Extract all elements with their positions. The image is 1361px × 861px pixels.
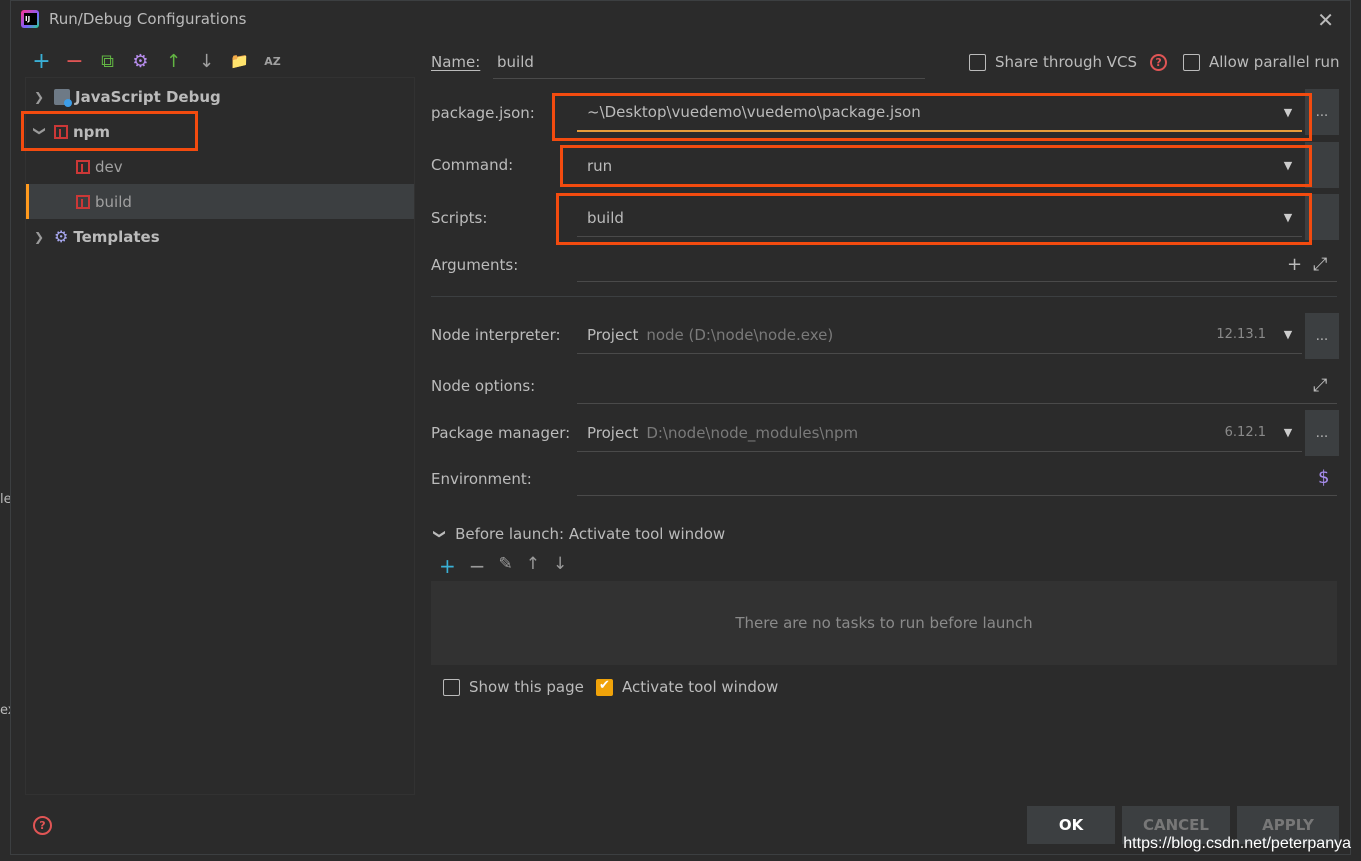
arrow-up-icon[interactable]: ↑ (157, 47, 190, 75)
config-toolbar: + − ⧉ ⚙ ↑ ↓ 📁 AZ (25, 47, 289, 75)
tree-item-label: JavaScript Debug (75, 87, 221, 106)
checkbox-box[interactable] (1183, 53, 1200, 71)
javascript-debug-icon (54, 88, 72, 107)
run-debug-dialog: Run/Debug Configurations ✕ + − ⧉ ⚙ ↑ ↓ 📁… (10, 0, 1351, 855)
command-label: Command: (431, 156, 514, 174)
highlight-box-command (560, 145, 1312, 187)
activate-tool-window-checkbox[interactable]: Activate tool window (596, 678, 778, 696)
share-vcs-checkbox[interactable]: Share through VCS ? (969, 53, 1168, 71)
tree-item-label: Templates (73, 227, 160, 246)
dollar-icon[interactable]: $ (1318, 467, 1329, 488)
intellij-logo-icon (21, 10, 39, 28)
before-launch-task-list: There are no tasks to run before launch (431, 581, 1337, 665)
tree-item-label: dev (95, 157, 123, 176)
before-launch-title: Before launch: Activate tool window (455, 525, 726, 543)
package-manager-path: D:\node\node_modules\npm (646, 423, 859, 442)
tree-item-javascript-debug[interactable]: ❯ JavaScript Debug (26, 79, 414, 114)
empty-tasks-text: There are no tasks to run before launch (735, 614, 1033, 632)
help-icon[interactable]: ? (33, 816, 52, 835)
highlight-box-package-json (552, 93, 1312, 141)
package-manager-label: Package manager: (431, 424, 571, 442)
config-tree: ❯ JavaScript Debug ❯ npm dev build ❯ ⚙ T… (25, 77, 415, 795)
close-icon[interactable]: ✕ (1317, 8, 1334, 32)
arguments-label: Arguments: (431, 256, 519, 274)
chevron-right-icon[interactable]: ❯ (34, 230, 46, 244)
allow-parallel-label: Allow parallel run (1209, 53, 1340, 71)
package-manager-value: Project (587, 423, 639, 442)
dropdown-arrow-icon[interactable]: ▼ (1274, 426, 1302, 439)
show-this-page-label: Show this page (469, 678, 584, 696)
show-this-page-checkbox[interactable]: Show this page (443, 678, 584, 696)
arrow-down-icon[interactable]: ↓ (190, 47, 223, 75)
gear-icon[interactable]: ⚙ (124, 47, 157, 75)
tree-item-build[interactable]: build (26, 184, 414, 219)
copy-icon[interactable]: ⧉ (91, 47, 124, 75)
chevron-down-icon[interactable]: ❯ (433, 529, 447, 539)
environment-label: Environment: (431, 470, 532, 488)
folder-icon[interactable]: 📁 (223, 47, 256, 75)
dropdown-arrow-icon[interactable]: ▼ (1274, 328, 1302, 341)
node-version: 12.13.1 (1216, 327, 1266, 342)
plus-icon[interactable]: + (1287, 254, 1302, 275)
watermark-text: https://blog.csdn.net/peterpanya (1123, 835, 1351, 852)
sort-alpha-icon[interactable]: AZ (256, 47, 289, 75)
dialog-title: Run/Debug Configurations (49, 10, 247, 28)
move-up-task-icon[interactable]: ↑ (526, 554, 540, 578)
node-interpreter-value: Project (587, 325, 639, 344)
browse-node-interpreter-button[interactable]: ... (1305, 313, 1339, 359)
scripts-label: Scripts: (431, 209, 488, 227)
before-launch-header[interactable]: ❯ Before launch: Activate tool window (433, 525, 726, 543)
tree-item-dev[interactable]: dev (26, 149, 414, 184)
help-icon[interactable]: ? (1150, 53, 1168, 71)
highlight-box-npm (21, 111, 198, 151)
node-options-input[interactable] (577, 403, 1337, 404)
section-divider (431, 296, 1337, 297)
package-json-label: package.json: (431, 104, 535, 122)
tree-item-label: build (95, 192, 132, 211)
name-label: Name: (431, 53, 481, 71)
add-icon[interactable]: + (25, 47, 58, 75)
checkbox-box[interactable] (596, 678, 613, 696)
title-bar: Run/Debug Configurations ✕ (11, 1, 1350, 37)
expand-icon[interactable]: ⤢ (1313, 375, 1327, 396)
checkbox-box[interactable] (443, 678, 460, 696)
remove-icon[interactable]: − (58, 47, 91, 75)
remove-task-icon[interactable]: − (469, 554, 486, 578)
share-vcs-label: Share through VCS (995, 53, 1138, 71)
gear-icon: ⚙ (54, 227, 69, 246)
arguments-input[interactable] (577, 281, 1337, 282)
tree-item-templates[interactable]: ❯ ⚙ Templates (26, 219, 414, 254)
expand-icon[interactable]: ⤢ (1313, 254, 1327, 275)
name-input[interactable]: build (497, 53, 534, 71)
activate-tool-window-label: Activate tool window (622, 678, 779, 696)
environment-input[interactable] (577, 495, 1337, 496)
node-interpreter-label: Node interpreter: (431, 326, 561, 344)
allow-parallel-checkbox[interactable]: Allow parallel run (1183, 53, 1340, 71)
node-interpreter-path: node (D:\node\node.exe) (646, 325, 834, 344)
npm-icon (76, 194, 90, 209)
node-options-label: Node options: (431, 377, 536, 395)
edit-task-icon[interactable]: ✎ (499, 554, 513, 578)
npm-icon (76, 159, 90, 174)
package-manager-select[interactable]: Project D:\node\node_modules\npm 6.12.1 … (577, 414, 1302, 452)
add-task-icon[interactable]: + (439, 554, 456, 578)
node-interpreter-select[interactable]: Project node (D:\node\node.exe) 12.13.1 … (577, 316, 1302, 354)
name-input-underline (493, 78, 925, 79)
package-manager-version: 6.12.1 (1224, 425, 1266, 440)
browse-package-manager-button[interactable]: ... (1305, 410, 1339, 456)
before-launch-toolbar: + − ✎ ↑ ↓ (439, 554, 567, 578)
ok-button[interactable]: OK (1027, 806, 1115, 844)
checkbox-box[interactable] (969, 53, 986, 71)
move-down-task-icon[interactable]: ↓ (553, 554, 567, 578)
highlight-box-scripts (556, 193, 1312, 245)
chevron-right-icon[interactable]: ❯ (34, 90, 46, 104)
